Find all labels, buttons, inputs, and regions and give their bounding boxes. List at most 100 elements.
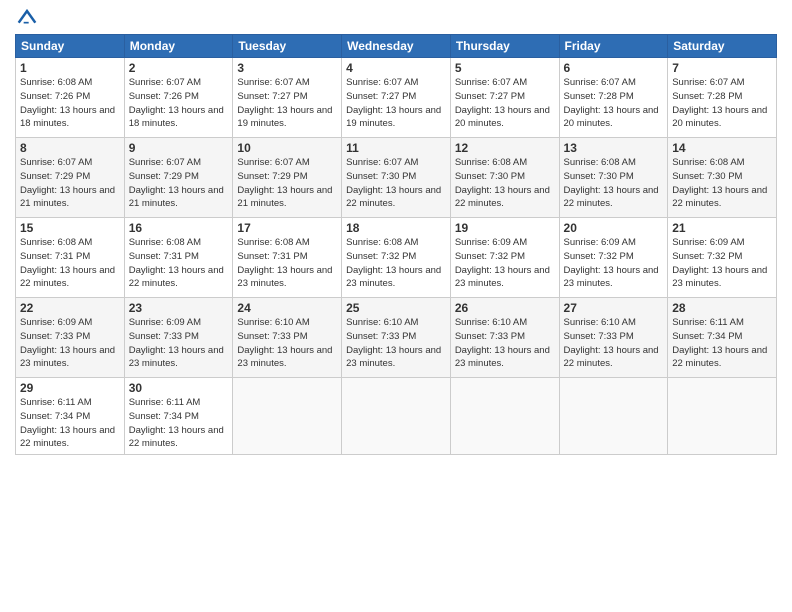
col-monday: Monday (124, 35, 233, 58)
table-row: 10 Sunrise: 6:07 AMSunset: 7:29 PMDaylig… (233, 138, 342, 218)
table-row (342, 378, 451, 455)
table-row: 24 Sunrise: 6:10 AMSunset: 7:33 PMDaylig… (233, 298, 342, 378)
cell-info: Sunrise: 6:09 AMSunset: 7:32 PMDaylight:… (564, 237, 659, 289)
table-row: 29 Sunrise: 6:11 AMSunset: 7:34 PMDaylig… (16, 378, 125, 455)
table-row: 18 Sunrise: 6:08 AMSunset: 7:32 PMDaylig… (342, 218, 451, 298)
cell-info: Sunrise: 6:08 AMSunset: 7:32 PMDaylight:… (346, 237, 441, 289)
day-number: 18 (346, 221, 446, 235)
cell-info: Sunrise: 6:11 AMSunset: 7:34 PMDaylight:… (20, 397, 115, 449)
col-thursday: Thursday (450, 35, 559, 58)
cell-info: Sunrise: 6:08 AMSunset: 7:26 PMDaylight:… (20, 77, 115, 129)
cell-info: Sunrise: 6:07 AMSunset: 7:28 PMDaylight:… (564, 77, 659, 129)
table-row: 8 Sunrise: 6:07 AMSunset: 7:29 PMDayligh… (16, 138, 125, 218)
cell-info: Sunrise: 6:07 AMSunset: 7:29 PMDaylight:… (20, 157, 115, 209)
cell-info: Sunrise: 6:08 AMSunset: 7:30 PMDaylight:… (564, 157, 659, 209)
day-number: 2 (129, 61, 229, 75)
cell-info: Sunrise: 6:08 AMSunset: 7:30 PMDaylight:… (455, 157, 550, 209)
cell-info: Sunrise: 6:10 AMSunset: 7:33 PMDaylight:… (564, 317, 659, 369)
cell-info: Sunrise: 6:08 AMSunset: 7:31 PMDaylight:… (237, 237, 332, 289)
day-number: 1 (20, 61, 120, 75)
table-row: 6 Sunrise: 6:07 AMSunset: 7:28 PMDayligh… (559, 58, 668, 138)
day-number: 24 (237, 301, 337, 315)
day-number: 12 (455, 141, 555, 155)
day-number: 23 (129, 301, 229, 315)
day-number: 27 (564, 301, 664, 315)
table-row (233, 378, 342, 455)
day-number: 16 (129, 221, 229, 235)
table-row: 26 Sunrise: 6:10 AMSunset: 7:33 PMDaylig… (450, 298, 559, 378)
table-row: 9 Sunrise: 6:07 AMSunset: 7:29 PMDayligh… (124, 138, 233, 218)
table-row: 7 Sunrise: 6:07 AMSunset: 7:28 PMDayligh… (668, 58, 777, 138)
cell-info: Sunrise: 6:09 AMSunset: 7:33 PMDaylight:… (129, 317, 224, 369)
day-number: 15 (20, 221, 120, 235)
cell-info: Sunrise: 6:07 AMSunset: 7:27 PMDaylight:… (346, 77, 441, 129)
cell-info: Sunrise: 6:08 AMSunset: 7:30 PMDaylight:… (672, 157, 767, 209)
day-number: 17 (237, 221, 337, 235)
table-row: 30 Sunrise: 6:11 AMSunset: 7:34 PMDaylig… (124, 378, 233, 455)
table-row: 2 Sunrise: 6:07 AMSunset: 7:26 PMDayligh… (124, 58, 233, 138)
cell-info: Sunrise: 6:10 AMSunset: 7:33 PMDaylight:… (346, 317, 441, 369)
day-number: 28 (672, 301, 772, 315)
day-number: 10 (237, 141, 337, 155)
table-row: 13 Sunrise: 6:08 AMSunset: 7:30 PMDaylig… (559, 138, 668, 218)
table-row: 16 Sunrise: 6:08 AMSunset: 7:31 PMDaylig… (124, 218, 233, 298)
cell-info: Sunrise: 6:07 AMSunset: 7:29 PMDaylight:… (237, 157, 332, 209)
day-number: 11 (346, 141, 446, 155)
cell-info: Sunrise: 6:09 AMSunset: 7:32 PMDaylight:… (672, 237, 767, 289)
table-row: 19 Sunrise: 6:09 AMSunset: 7:32 PMDaylig… (450, 218, 559, 298)
cell-info: Sunrise: 6:07 AMSunset: 7:28 PMDaylight:… (672, 77, 767, 129)
table-row (559, 378, 668, 455)
cell-info: Sunrise: 6:08 AMSunset: 7:31 PMDaylight:… (129, 237, 224, 289)
cell-info: Sunrise: 6:07 AMSunset: 7:27 PMDaylight:… (455, 77, 550, 129)
calendar-header-row: Sunday Monday Tuesday Wednesday Thursday… (16, 35, 777, 58)
table-row: 25 Sunrise: 6:10 AMSunset: 7:33 PMDaylig… (342, 298, 451, 378)
day-number: 4 (346, 61, 446, 75)
col-wednesday: Wednesday (342, 35, 451, 58)
cell-info: Sunrise: 6:07 AMSunset: 7:27 PMDaylight:… (237, 77, 332, 129)
cell-info: Sunrise: 6:09 AMSunset: 7:33 PMDaylight:… (20, 317, 115, 369)
table-row (450, 378, 559, 455)
cell-info: Sunrise: 6:10 AMSunset: 7:33 PMDaylight:… (237, 317, 332, 369)
day-number: 5 (455, 61, 555, 75)
day-number: 6 (564, 61, 664, 75)
logo-icon (17, 6, 37, 26)
cell-info: Sunrise: 6:07 AMSunset: 7:30 PMDaylight:… (346, 157, 441, 209)
col-saturday: Saturday (668, 35, 777, 58)
day-number: 9 (129, 141, 229, 155)
table-row: 11 Sunrise: 6:07 AMSunset: 7:30 PMDaylig… (342, 138, 451, 218)
cell-info: Sunrise: 6:09 AMSunset: 7:32 PMDaylight:… (455, 237, 550, 289)
table-row: 27 Sunrise: 6:10 AMSunset: 7:33 PMDaylig… (559, 298, 668, 378)
col-sunday: Sunday (16, 35, 125, 58)
logo (15, 10, 37, 26)
table-row: 12 Sunrise: 6:08 AMSunset: 7:30 PMDaylig… (450, 138, 559, 218)
day-number: 13 (564, 141, 664, 155)
cell-info: Sunrise: 6:07 AMSunset: 7:26 PMDaylight:… (129, 77, 224, 129)
table-row: 1 Sunrise: 6:08 AMSunset: 7:26 PMDayligh… (16, 58, 125, 138)
cell-info: Sunrise: 6:11 AMSunset: 7:34 PMDaylight:… (129, 397, 224, 449)
col-tuesday: Tuesday (233, 35, 342, 58)
table-row: 5 Sunrise: 6:07 AMSunset: 7:27 PMDayligh… (450, 58, 559, 138)
cell-info: Sunrise: 6:11 AMSunset: 7:34 PMDaylight:… (672, 317, 767, 369)
day-number: 7 (672, 61, 772, 75)
cell-info: Sunrise: 6:08 AMSunset: 7:31 PMDaylight:… (20, 237, 115, 289)
table-row: 4 Sunrise: 6:07 AMSunset: 7:27 PMDayligh… (342, 58, 451, 138)
table-row: 15 Sunrise: 6:08 AMSunset: 7:31 PMDaylig… (16, 218, 125, 298)
page-header (15, 10, 777, 26)
table-row: 3 Sunrise: 6:07 AMSunset: 7:27 PMDayligh… (233, 58, 342, 138)
day-number: 8 (20, 141, 120, 155)
table-row: 28 Sunrise: 6:11 AMSunset: 7:34 PMDaylig… (668, 298, 777, 378)
table-row (668, 378, 777, 455)
day-number: 19 (455, 221, 555, 235)
cell-info: Sunrise: 6:07 AMSunset: 7:29 PMDaylight:… (129, 157, 224, 209)
col-friday: Friday (559, 35, 668, 58)
table-row: 22 Sunrise: 6:09 AMSunset: 7:33 PMDaylig… (16, 298, 125, 378)
table-row: 14 Sunrise: 6:08 AMSunset: 7:30 PMDaylig… (668, 138, 777, 218)
table-row: 21 Sunrise: 6:09 AMSunset: 7:32 PMDaylig… (668, 218, 777, 298)
table-row: 20 Sunrise: 6:09 AMSunset: 7:32 PMDaylig… (559, 218, 668, 298)
day-number: 14 (672, 141, 772, 155)
table-row: 23 Sunrise: 6:09 AMSunset: 7:33 PMDaylig… (124, 298, 233, 378)
day-number: 21 (672, 221, 772, 235)
day-number: 25 (346, 301, 446, 315)
cell-info: Sunrise: 6:10 AMSunset: 7:33 PMDaylight:… (455, 317, 550, 369)
day-number: 30 (129, 381, 229, 395)
